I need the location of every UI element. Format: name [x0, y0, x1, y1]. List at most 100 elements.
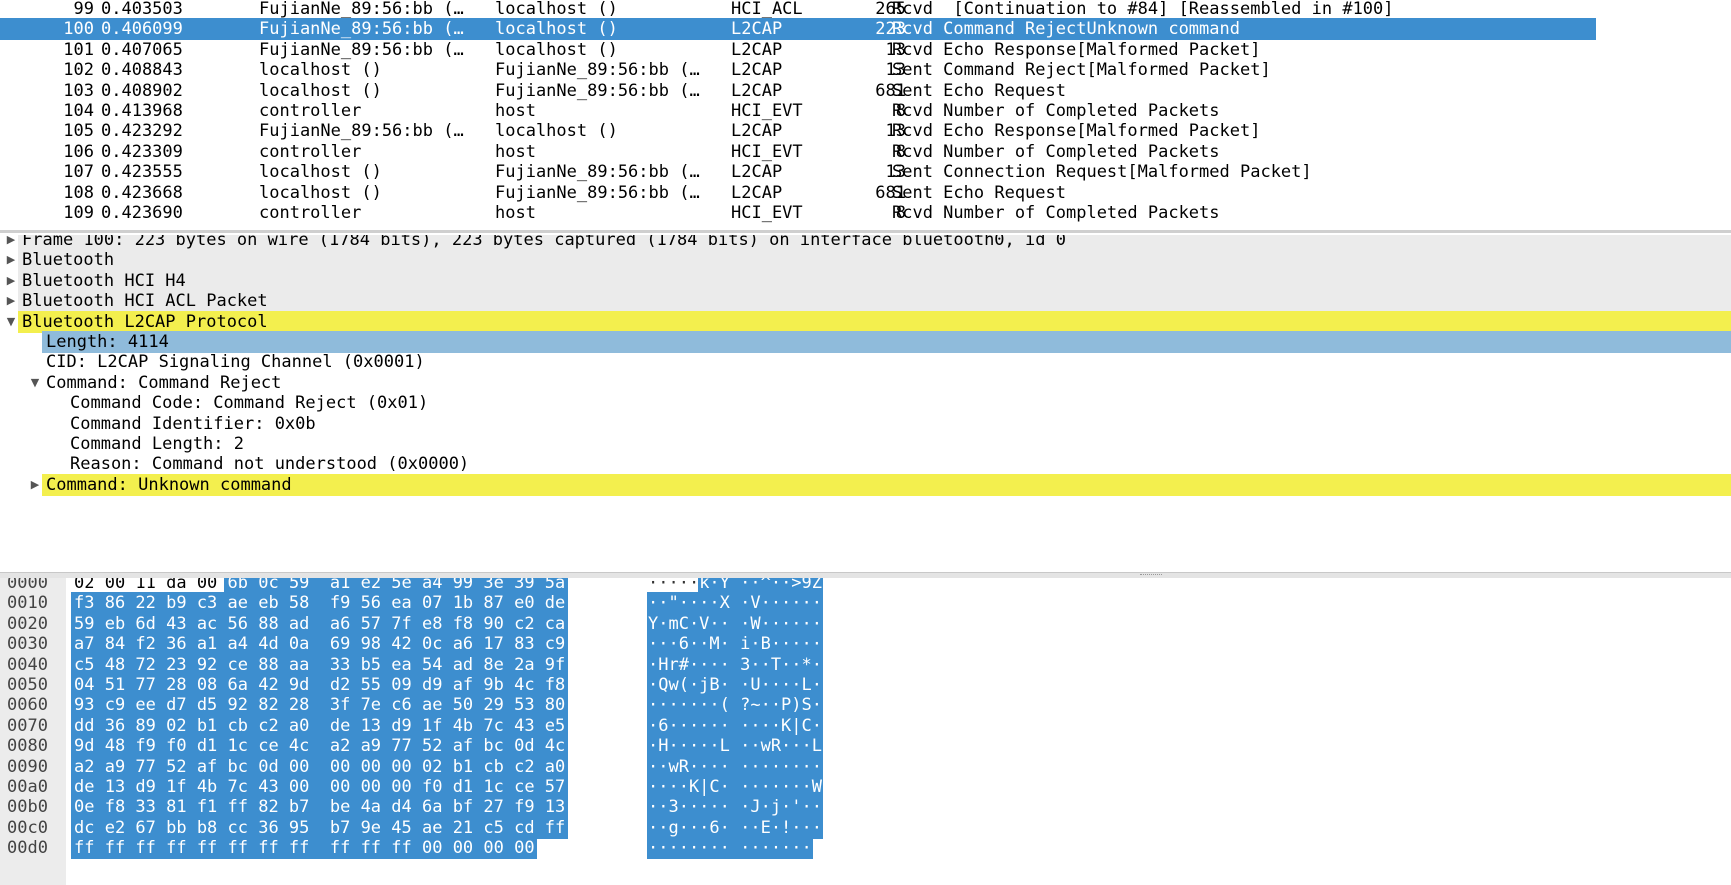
packet-row[interactable]: 105 0.423292 FujianNe_89:56:bb (… localhost… — [0, 120, 1596, 142]
expand-right-icon[interactable]: ▶ — [28, 474, 42, 496]
ascii-bytes[interactable]: ·H·····L ··wR···L — [648, 735, 822, 757]
expand-right-icon[interactable]: ▶ — [4, 290, 18, 312]
ascii-bytes[interactable]: ·6······ ····K|C· — [648, 715, 822, 737]
ascii-bytes[interactable]: ···6··M· i·B····· — [648, 633, 822, 655]
tree-item[interactable]: Reason: Command not understood (0x0000) — [0, 453, 1731, 475]
tree-item[interactable]: Command Identifier: 0x0b — [0, 413, 1731, 435]
expand-down-icon[interactable]: ▼ — [28, 372, 42, 394]
packet-source: FujianNe_89:56:bb (… — [259, 121, 464, 142]
tree-item[interactable]: Command Length: 2 — [0, 433, 1731, 455]
pane-splitter[interactable] — [0, 230, 1731, 233]
packet-row-selected[interactable]: 100 0.406099 FujianNe_89:56:bb (… localhost… — [0, 18, 1596, 41]
packet-time: 0.413968 — [101, 101, 183, 121]
packet-protocol: L2CAP — [731, 39, 783, 60]
tree-item-highlight — [18, 310, 1731, 333]
packet-protocol: L2CAP — [731, 121, 783, 142]
expand-right-icon[interactable]: ▶ — [4, 249, 18, 271]
ascii-bytes[interactable]: ·Hr#···· 3··T··*· — [648, 654, 822, 676]
tree-item[interactable]: Command Code: Command Reject (0x01) — [0, 392, 1731, 414]
ascii-bytes[interactable]: ··g···6· ··E·!··· — [648, 817, 822, 839]
packet-destination: FujianNe_89:56:bb (… — [495, 60, 700, 81]
hex-bytes[interactable]: a2 a9 77 52 af bc 0d 00 00 00 00 02 b1 c… — [74, 756, 565, 778]
hex-bytes[interactable]: de 13 d9 1f 4b 7c 43 00 00 00 00 f0 d1 1… — [74, 776, 565, 798]
hex-offset: 0080 — [7, 736, 48, 757]
packet-row[interactable]: 103 0.408902 localhost () FujianNe_89:56:bb… — [0, 80, 1596, 102]
tree-item[interactable]: ▶ Bluetooth HCI H4 — [0, 269, 1731, 292]
hex-bytes[interactable]: f3 86 22 b9 c3 ae eb 58 f9 56 ea 07 1b 8… — [74, 592, 565, 614]
ascii-bytes[interactable]: Y·mC·V·· ·W······ — [648, 613, 822, 635]
hex-row: 0070 dd 36 89 02 b1 cb c2 a0 de 13 d9 1f … — [0, 714, 1731, 737]
ascii-bytes[interactable]: ·······( ?~··P)S· — [648, 694, 822, 716]
packet-time: 0.423555 — [101, 162, 183, 183]
hex-bytes[interactable]: 93 c9 ee d7 d5 92 82 28 3f 7e c6 ae 50 2… — [74, 694, 565, 716]
hex-bytes[interactable]: dd 36 89 02 b1 cb c2 a0 de 13 d9 1f 4b 7… — [74, 715, 565, 737]
hex-row: 00d0 ff ff ff ff ff ff ff ff ff ff ff 00 … — [0, 837, 1731, 860]
packet-number: 102 — [63, 60, 94, 81]
hex-bytes[interactable]: 9d 48 f9 f0 d1 1c ce 4c a2 a9 77 52 af b… — [74, 735, 565, 757]
packet-number: 107 — [63, 162, 94, 183]
ascii-bytes[interactable]: ·Qw(·jB· ·U····L· — [648, 674, 822, 696]
packet-destination: host — [495, 203, 536, 223]
splitter-grip-icon[interactable] — [1140, 574, 1162, 577]
packet-info: Sent Connection Request[Malformed Packet… — [892, 162, 1312, 183]
hex-bytes[interactable]: dc e2 67 bb b8 cc 36 95 b7 9e 45 ae 21 c… — [74, 817, 565, 839]
hex-bytes[interactable]: ff ff ff ff ff ff ff ff ff ff ff 00 00 0… — [74, 837, 535, 859]
packet-row[interactable]: 101 0.407065 FujianNe_89:56:bb (… localhost… — [0, 39, 1596, 61]
ascii-bytes[interactable]: ··"····X ·V······ — [648, 592, 822, 614]
ascii-bytes[interactable]: ····K|C· ·······W — [648, 776, 822, 798]
packet-time: 0.423690 — [101, 203, 183, 223]
packet-time: 0.403503 — [101, 0, 183, 19]
tree-item[interactable]: Length: 4114 — [0, 331, 1731, 353]
tree-item[interactable]: ▼ Command: Command Reject — [0, 372, 1731, 394]
hex-row: 00c0 dc e2 67 bb b8 cc 36 95 b7 9e 45 ae … — [0, 816, 1731, 839]
hex-row: 0080 9d 48 f9 f0 d1 1c ce 4c a2 a9 77 52 … — [0, 735, 1731, 758]
packet-source: localhost () — [259, 162, 382, 183]
packet-list-pane[interactable]: 99 0.403503 FujianNe_89:56:bb (… localhost … — [0, 0, 1731, 230]
packet-row[interactable]: 108 0.423668 localhost () FujianNe_89:56:bb… — [0, 182, 1596, 204]
tree-item[interactable]: ▼ Bluetooth L2CAP Protocol — [0, 310, 1731, 333]
hex-offset: 0010 — [7, 593, 48, 614]
tree-item[interactable]: ▶ Bluetooth HCI ACL Packet — [0, 290, 1731, 313]
ascii-bytes[interactable]: ········ ······· — [648, 837, 812, 859]
packet-destination: FujianNe_89:56:bb (… — [495, 182, 700, 203]
packet-number: 103 — [63, 80, 94, 101]
packet-row[interactable]: 99 0.403503 FujianNe_89:56:bb (… localhost … — [0, 0, 1596, 20]
packet-row[interactable]: 109 0.423690 controller host HCI_EVT 8 Rcvd Nu… — [0, 202, 1596, 224]
tree-item-highlight — [18, 269, 1731, 292]
expand-right-icon[interactable]: ▶ — [4, 270, 18, 292]
packet-source: localhost () — [259, 80, 382, 101]
hex-row: 0060 93 c9 ee d7 d5 92 82 28 3f 7e c6 ae … — [0, 694, 1731, 717]
packet-info: Rcvd Echo Response[Malformed Packet] — [892, 39, 1261, 60]
tree-item-label: Bluetooth HCI H4 — [22, 270, 186, 291]
hex-bytes[interactable]: c5 48 72 23 92 ce 88 aa 33 b5 ea 54 ad 8… — [74, 654, 565, 676]
packet-row[interactable]: 107 0.423555 localhost () FujianNe_89:56:bb… — [0, 161, 1596, 183]
hex-row: 00a0 de 13 d9 1f 4b 7c 43 00 00 00 00 f0 … — [0, 776, 1731, 798]
hex-bytes[interactable]: a7 84 f2 36 a1 a4 4d 0a 69 98 42 0c a6 1… — [74, 633, 565, 655]
packet-row[interactable]: 104 0.413968 controller host HCI_EVT 8 Rcvd Nu… — [0, 100, 1596, 122]
expand-down-icon[interactable]: ▼ — [4, 311, 18, 333]
hex-offset: 0090 — [7, 756, 48, 777]
packet-bytes-pane[interactable]: 0000 02 00 11 da 00 6b 0c 59 a1 e2 5e a4 … — [0, 578, 1731, 885]
tree-item-label: CID: L2CAP Signaling Channel (0x0001) — [46, 352, 425, 373]
packet-number: 108 — [63, 182, 94, 203]
packet-protocol: L2CAP — [731, 80, 783, 101]
hex-bytes[interactable]: 04 51 77 28 08 6a 42 9d d2 55 09 d9 af 9… — [74, 674, 565, 696]
tree-item[interactable]: ▶ Command: Unknown command — [0, 473, 1731, 496]
packet-row[interactable]: 106 0.423309 controller host HCI_EVT 8 Rcvd Nu… — [0, 141, 1596, 163]
packet-protocol: HCI_EVT — [731, 141, 803, 162]
tree-item-label: Bluetooth L2CAP Protocol — [22, 311, 268, 332]
packet-protocol: L2CAP — [731, 60, 783, 81]
packet-number: 106 — [63, 141, 94, 162]
packet-row[interactable]: 102 0.408843 localhost () FujianNe_89:56:bb… — [0, 59, 1596, 81]
ascii-bytes[interactable]: ··wR···· ········ — [648, 756, 822, 778]
packet-source: controller — [259, 101, 362, 121]
hex-bytes[interactable]: 0e f8 33 81 f1 ff 82 b7 be 4a d4 6a bf 2… — [74, 796, 565, 818]
hex-bytes[interactable]: 59 eb 6d 43 ac 56 88 ad a6 57 7f e8 f8 9… — [74, 613, 565, 635]
packet-details-pane[interactable]: ▶ Frame 100: 223 bytes on wire (1784 bits… — [0, 235, 1731, 570]
packet-protocol: L2CAP — [731, 162, 783, 183]
tree-item-label: Command: Unknown command — [46, 474, 292, 495]
ascii-bytes[interactable]: ··3····· ·J·j·'·· — [648, 796, 822, 818]
tree-item[interactable]: ▶ Bluetooth — [0, 249, 1731, 272]
tree-item[interactable]: CID: L2CAP Signaling Channel (0x0001) — [0, 351, 1731, 373]
tree-item-label: Bluetooth HCI ACL Packet — [22, 291, 268, 312]
